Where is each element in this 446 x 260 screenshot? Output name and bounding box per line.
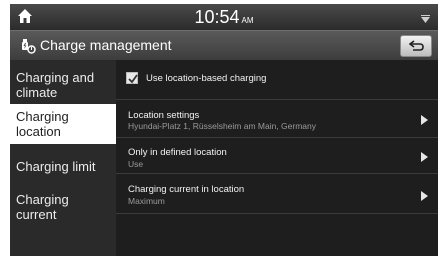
sidebar-item-label: Charging limit bbox=[16, 159, 96, 174]
page-title: Charge management bbox=[40, 37, 172, 53]
charge-management-icon bbox=[20, 38, 36, 54]
signal-icon bbox=[421, 12, 430, 23]
use-location-row[interactable]: Use location-based charging bbox=[116, 60, 438, 100]
sidebar-item-charging-and-climate[interactable]: Charging and climate bbox=[10, 66, 116, 102]
sidebar-item-label: Charging and bbox=[16, 70, 95, 85]
settings-list: Use location-based charging Location set… bbox=[116, 60, 438, 256]
sidebar-item-charging-limit[interactable]: Charging limit bbox=[10, 152, 116, 182]
sidebar-item-label: location bbox=[16, 124, 61, 139]
location-settings-value: Hyundai-Platz 1, Rüsselsheim am Main, Ge… bbox=[128, 121, 317, 131]
chevron-right-icon bbox=[421, 191, 428, 201]
title-bar: Charge management bbox=[10, 30, 438, 61]
checkmark-icon bbox=[128, 74, 138, 84]
sidebar-item-label: current bbox=[16, 207, 57, 222]
sidebar-item-charging-location[interactable]: Charging location bbox=[10, 104, 116, 144]
chevron-right-icon bbox=[421, 115, 428, 125]
location-settings-label: Location settings bbox=[128, 110, 200, 121]
location-settings-row[interactable]: Location settings Hyundai-Platz 1, Rüsse… bbox=[116, 100, 438, 138]
only-in-location-value: Use bbox=[128, 159, 144, 169]
screen: 10:54 AM Charge management Charging and … bbox=[10, 4, 438, 256]
clock-ampm: AM bbox=[241, 16, 254, 25]
sidebar-item-label: Charging bbox=[16, 192, 69, 207]
use-location-label: Use location-based charging bbox=[146, 73, 267, 84]
only-in-location-label: Only in defined location bbox=[128, 147, 227, 158]
only-in-location-row[interactable]: Only in defined location Use bbox=[116, 138, 438, 174]
sidebar: Charging and climate Charging location C… bbox=[10, 60, 116, 256]
back-arrow-icon bbox=[409, 40, 424, 51]
charging-current-value: Maximum bbox=[128, 196, 165, 206]
use-location-checkbox[interactable] bbox=[126, 72, 138, 84]
sidebar-item-label: climate bbox=[16, 85, 58, 100]
chevron-right-icon bbox=[421, 152, 428, 162]
status-bar: 10:54 AM bbox=[10, 4, 438, 30]
clock: 10:54 AM bbox=[10, 7, 438, 28]
sidebar-item-label: Charging bbox=[16, 109, 69, 124]
back-button[interactable] bbox=[400, 35, 432, 57]
charging-current-row[interactable]: Charging current in location Maximum bbox=[116, 174, 438, 214]
clock-time: 10:54 bbox=[194, 7, 240, 27]
sidebar-item-charging-current[interactable]: Charging current bbox=[10, 188, 116, 224]
charging-current-label: Charging current in location bbox=[128, 184, 245, 195]
